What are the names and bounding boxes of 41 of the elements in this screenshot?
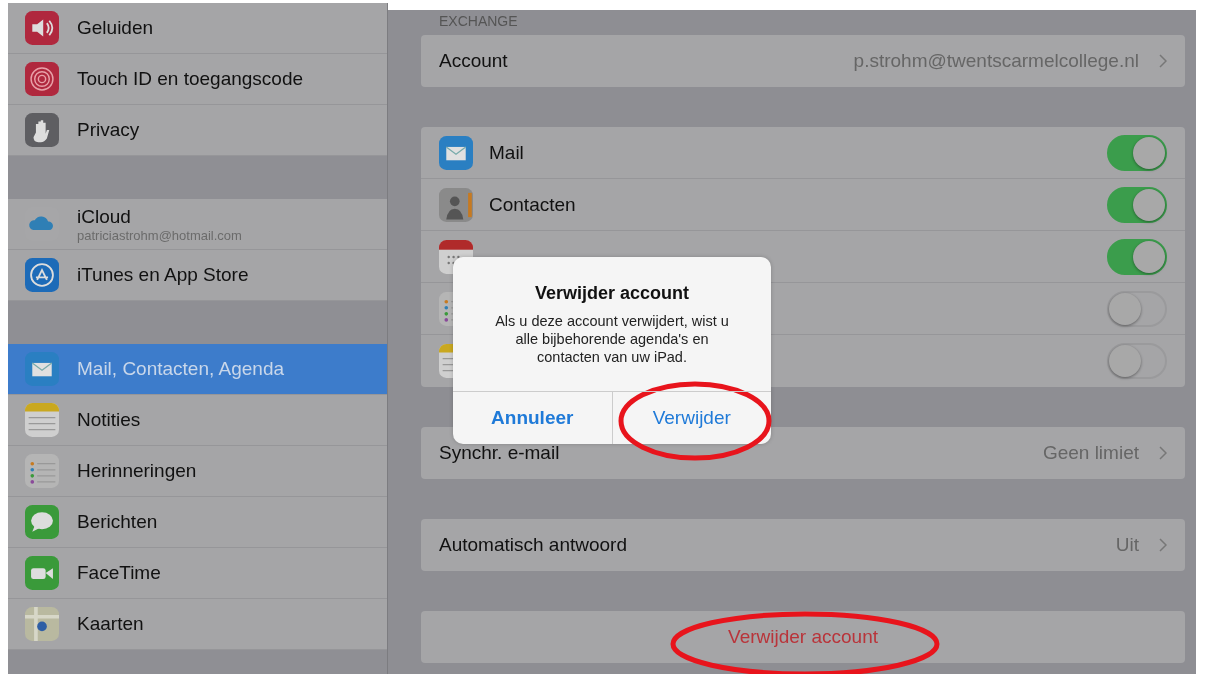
chevron-icon <box>1159 446 1167 460</box>
chevron-icon <box>1159 54 1167 68</box>
toggle-switch[interactable] <box>1107 134 1167 171</box>
toggle-switch[interactable] <box>1107 238 1167 275</box>
envelope-icon <box>25 352 59 386</box>
sidebar-item[interactable]: Geluiden <box>8 3 387 54</box>
sidebar-item[interactable]: Touch ID en toegangscode <box>8 54 387 105</box>
toggle-switch[interactable] <box>1107 343 1167 379</box>
dialog-button[interactable]: Annuleer <box>453 392 613 444</box>
chevron-icon <box>1159 538 1167 552</box>
speech-bubble-icon <box>25 505 59 539</box>
notepad-icon <box>25 403 59 437</box>
map-icon <box>25 607 59 641</box>
sidebar-item[interactable]: iTunes en App Store <box>8 250 387 301</box>
sidebar-item[interactable]: Berichten <box>8 497 387 548</box>
sidebar-item[interactable]: Kaarten <box>8 599 387 650</box>
app-store-icon <box>25 258 59 292</box>
hand-icon <box>25 113 59 147</box>
auto-reply-row[interactable]: Automatisch antwoord Uit <box>421 519 1185 571</box>
account-row[interactable]: Account p.strohm@twentscarmelcollege.nl <box>421 35 1185 87</box>
sidebar-item[interactable]: Privacy <box>8 105 387 156</box>
fingerprint-icon <box>25 62 59 96</box>
sidebar-item[interactable]: FaceTime <box>8 548 387 599</box>
sidebar-item[interactable]: Notities <box>8 395 387 446</box>
video-camera-icon <box>25 556 59 590</box>
list-icon <box>25 454 59 488</box>
sidebar-item[interactable]: Herinneringen <box>8 446 387 497</box>
sync-row[interactable]: Synchr. e-mail Geen limiet <box>421 427 1185 479</box>
dialog-title: Verwijder account <box>533 283 691 304</box>
toggle-switch[interactable] <box>1107 186 1167 223</box>
contact-icon <box>439 187 473 222</box>
sidebar-item[interactable]: iCloud patriciastrohm@hotmail.com <box>8 199 387 250</box>
toggle-switch[interactable] <box>1107 290 1167 327</box>
service-label: Mail <box>489 141 525 164</box>
dialog-message: Als u deze account verwijdert, wist u alle bijbehorende agenda's en contacten van uw iPad. <box>494 312 730 368</box>
section-header: EXCHANGE <box>438 12 519 31</box>
item-label: iCloud <box>77 205 132 228</box>
speaker-icon <box>25 11 59 45</box>
envelope-icon <box>439 135 473 170</box>
item-sublabel: patriciastrohm@hotmail.com <box>77 227 242 243</box>
service-label: Contacten <box>489 193 577 216</box>
